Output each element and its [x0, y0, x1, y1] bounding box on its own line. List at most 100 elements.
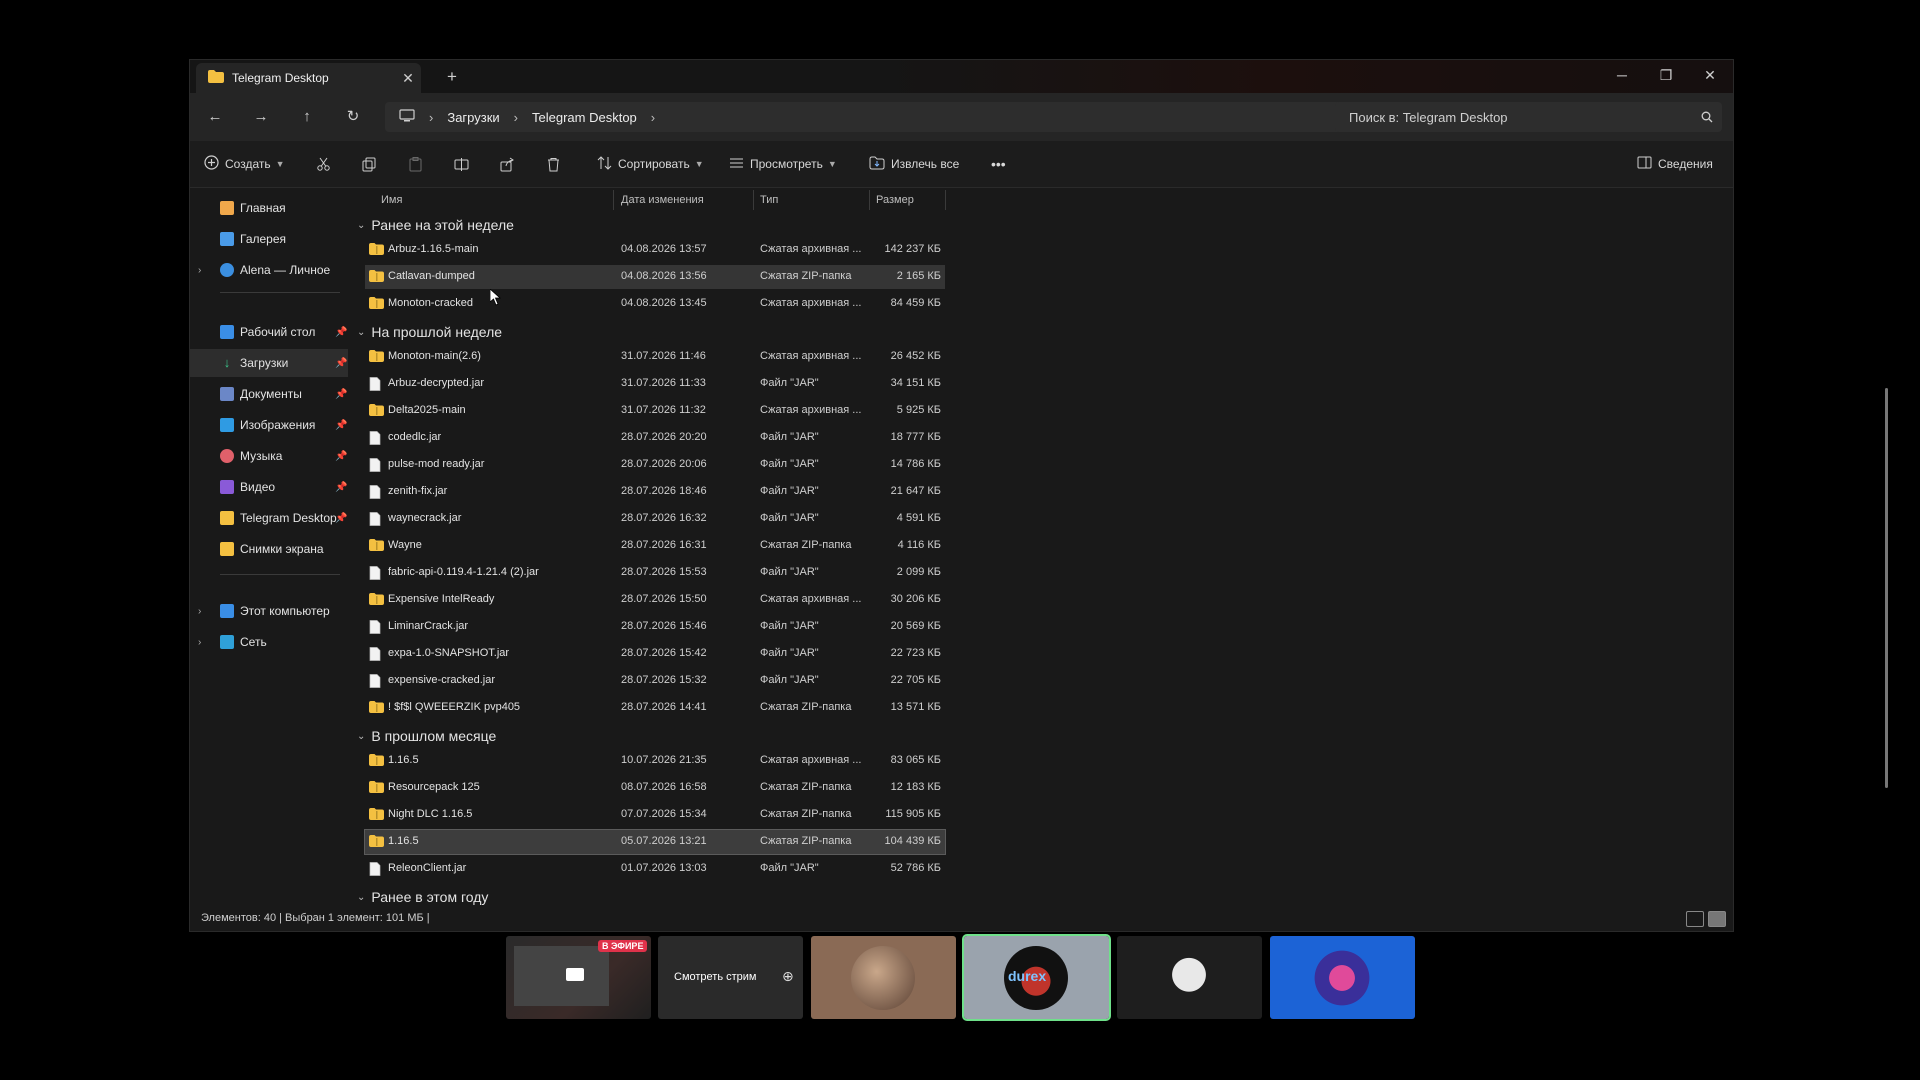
sidebar-item-telegram-desktop[interactable]: Telegram Desktop 📌: [190, 504, 348, 532]
column-header-date[interactable]: Дата изменения: [621, 188, 704, 212]
file-row[interactable]: Arbuz-decrypted.jar 31.07.2026 11:33 Файл …: [365, 372, 945, 396]
pin-icon[interactable]: 📌: [335, 451, 347, 462]
participant-tile[interactable]: [1270, 936, 1415, 1019]
file-row[interactable]: pulse-mod ready.jar 28.07.2026 20:06 Файл …: [365, 453, 945, 477]
sidebar-item-video[interactable]: Видео 📌: [190, 473, 348, 501]
column-divider[interactable]: [945, 190, 946, 210]
computer-icon[interactable]: [399, 108, 415, 126]
chevron-right-icon[interactable]: ›: [429, 110, 433, 125]
column-header-type[interactable]: Тип: [760, 188, 778, 212]
cut-icon[interactable]: [316, 151, 331, 177]
tiles-view-icon[interactable]: [1708, 911, 1726, 927]
sidebar-item-home[interactable]: Главная: [190, 194, 348, 222]
pin-icon[interactable]: 📌: [335, 358, 347, 369]
new-tab-button[interactable]: +: [440, 66, 464, 88]
search-icon[interactable]: [1692, 111, 1722, 123]
sidebar-item-this-pc[interactable]: › Этот компьютер: [190, 597, 348, 625]
close-window-button[interactable]: ✕: [1690, 63, 1730, 87]
file-row[interactable]: Monoton-main(2.6) 31.07.2026 11:46 Сжатая …: [365, 345, 945, 369]
watch-stream-button[interactable]: Смотреть стрим: [666, 964, 765, 990]
chevron-down-icon[interactable]: ⌄: [357, 220, 365, 231]
maximize-button[interactable]: ❐: [1646, 63, 1686, 87]
breadcrumb-downloads[interactable]: Загрузки: [447, 110, 499, 125]
extract-all-button[interactable]: Извлечь все: [869, 151, 959, 177]
column-divider[interactable]: [869, 190, 870, 210]
column-header-size[interactable]: Размер: [876, 188, 914, 212]
forward-arrow-icon[interactable]: →: [248, 105, 274, 129]
stream-thumbnail-watch[interactable]: Смотреть стрим ⊕: [658, 936, 803, 1019]
group-header[interactable]: ⌄ В прошлом месяце: [357, 725, 496, 747]
rename-icon[interactable]: [454, 151, 469, 177]
pin-icon[interactable]: 📌: [335, 420, 347, 431]
sidebar-item-screenshots[interactable]: Снимки экрана: [190, 535, 348, 563]
sidebar-item-desktop[interactable]: Рабочий стол 📌: [190, 318, 348, 346]
chevron-right-icon[interactable]: ›: [198, 606, 201, 617]
pin-icon[interactable]: 📌: [335, 389, 347, 400]
sidebar-item-music[interactable]: Музыка 📌: [190, 442, 348, 470]
column-header-name[interactable]: Имя: [381, 188, 402, 212]
back-arrow-icon[interactable]: ←: [202, 105, 228, 129]
more-options-icon[interactable]: •••: [991, 151, 1006, 177]
file-row[interactable]: Arbuz-1.16.5-main 04.08.2026 13:57 Сжатая …: [365, 238, 945, 262]
pin-icon[interactable]: 📌: [335, 482, 347, 493]
file-row[interactable]: LiminarCrack.jar 28.07.2026 15:46 Файл "JA…: [365, 615, 945, 639]
pin-icon[interactable]: 📌: [335, 513, 347, 524]
file-row[interactable]: Expensive IntelReady 28.07.2026 15:50 Сжат…: [365, 588, 945, 612]
file-row[interactable]: Night DLC 1.16.5 07.07.2026 15:34 Сжатая Z…: [365, 803, 945, 827]
column-divider[interactable]: [753, 190, 754, 210]
delete-icon[interactable]: [546, 151, 561, 177]
sidebar-item-network[interactable]: › Сеть: [190, 628, 348, 656]
file-row[interactable]: zenith-fix.jar 28.07.2026 18:46 Файл "JAR"…: [365, 480, 945, 504]
sidebar-item-onedrive[interactable]: › Alena — Личное: [190, 256, 348, 284]
pin-icon[interactable]: 📌: [335, 327, 347, 338]
chevron-down-icon[interactable]: ⌄: [357, 892, 365, 903]
file-row[interactable]: Catlavan-dumped 04.08.2026 13:56 Сжатая ZI…: [365, 265, 945, 289]
up-arrow-icon[interactable]: ↑: [294, 105, 320, 129]
file-row[interactable]: Resourcepack 125 08.07.2026 16:58 Сжатая Z…: [365, 776, 945, 800]
file-row[interactable]: fabric-api-0.119.4-1.21.4 (2).jar 28.07.2…: [365, 561, 945, 585]
search-box[interactable]: [1335, 102, 1722, 132]
paste-icon[interactable]: [408, 151, 423, 177]
sidebar-item-pictures[interactable]: Изображения 📌: [190, 411, 348, 439]
participant-tile[interactable]: [811, 936, 956, 1019]
file-row[interactable]: expa-1.0-SNAPSHOT.jar 28.07.2026 15:42 Фай…: [365, 642, 945, 666]
chevron-right-icon[interactable]: ›: [651, 110, 655, 125]
minimize-button[interactable]: ─: [1602, 63, 1642, 87]
file-row[interactable]: waynecrack.jar 28.07.2026 16:32 Файл "JAR"…: [365, 507, 945, 531]
chevron-right-icon[interactable]: ›: [514, 110, 518, 125]
chevron-down-icon[interactable]: ⌄: [357, 731, 365, 742]
popout-icon[interactable]: ⊕: [782, 968, 794, 985]
participant-tile[interactable]: [1117, 936, 1262, 1019]
share-icon[interactable]: [500, 151, 515, 177]
file-row[interactable]: Wayne 28.07.2026 16:31 Сжатая ZIP-папка 4 1…: [365, 534, 945, 558]
search-input[interactable]: [1347, 108, 1692, 126]
file-row[interactable]: ! $f$l QWEEERZIK pvp405 28.07.2026 14:41 С…: [365, 696, 945, 720]
vertical-scrollbar[interactable]: [1885, 388, 1888, 788]
file-row[interactable]: 1.16.5 10.07.2026 21:35 Сжатая архивная ..…: [365, 749, 945, 773]
copy-icon[interactable]: [362, 151, 377, 177]
create-button[interactable]: Создать ▼: [204, 151, 285, 177]
sidebar-item-downloads[interactable]: ↓ Загрузки 📌: [190, 349, 348, 377]
details-view-icon[interactable]: [1686, 911, 1704, 927]
file-row[interactable]: 1.16.5 05.07.2026 13:21 Сжатая ZIP-папка 10…: [364, 829, 946, 855]
file-row[interactable]: codedlc.jar 28.07.2026 20:20 Файл "JAR" 18 …: [365, 426, 945, 450]
file-row[interactable]: Monoton-cracked 04.08.2026 13:45 Сжатая ар…: [365, 292, 945, 316]
details-button[interactable]: Сведения: [1637, 151, 1713, 177]
participant-tile-speaking[interactable]: durex: [962, 934, 1111, 1021]
chevron-down-icon[interactable]: ⌄: [357, 327, 365, 338]
file-row[interactable]: ReleonClient.jar 01.07.2026 13:03 Файл "JA…: [365, 857, 945, 881]
file-row[interactable]: Delta2025-main 31.07.2026 11:32 Сжатая арх…: [365, 399, 945, 423]
sort-button[interactable]: Сортировать ▼: [597, 151, 704, 177]
chevron-right-icon[interactable]: ›: [198, 265, 201, 276]
stream-thumbnail-live[interactable]: В ЭФИРЕ: [506, 936, 651, 1019]
breadcrumb-telegram-desktop[interactable]: Telegram Desktop: [532, 110, 637, 125]
close-tab-icon[interactable]: ✕: [395, 70, 421, 87]
group-header[interactable]: ⌄ На прошлой неделе: [357, 321, 502, 343]
refresh-icon[interactable]: ↻: [340, 105, 366, 129]
group-header[interactable]: ⌄ Ранее на этой неделе: [357, 214, 514, 236]
chevron-right-icon[interactable]: ›: [198, 637, 201, 648]
tab-telegram-desktop[interactable]: Telegram Desktop ✕: [196, 63, 421, 93]
view-button[interactable]: Просмотреть ▼: [729, 151, 837, 177]
file-row[interactable]: expensive-cracked.jar 28.07.2026 15:32 Фай…: [365, 669, 945, 693]
column-divider[interactable]: [613, 190, 614, 210]
